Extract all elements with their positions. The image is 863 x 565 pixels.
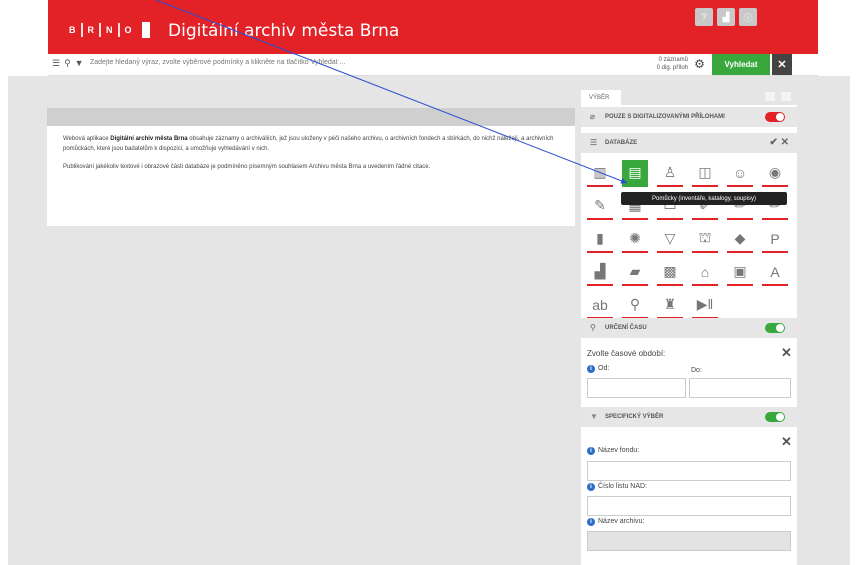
annotation-arrow xyxy=(155,0,628,184)
